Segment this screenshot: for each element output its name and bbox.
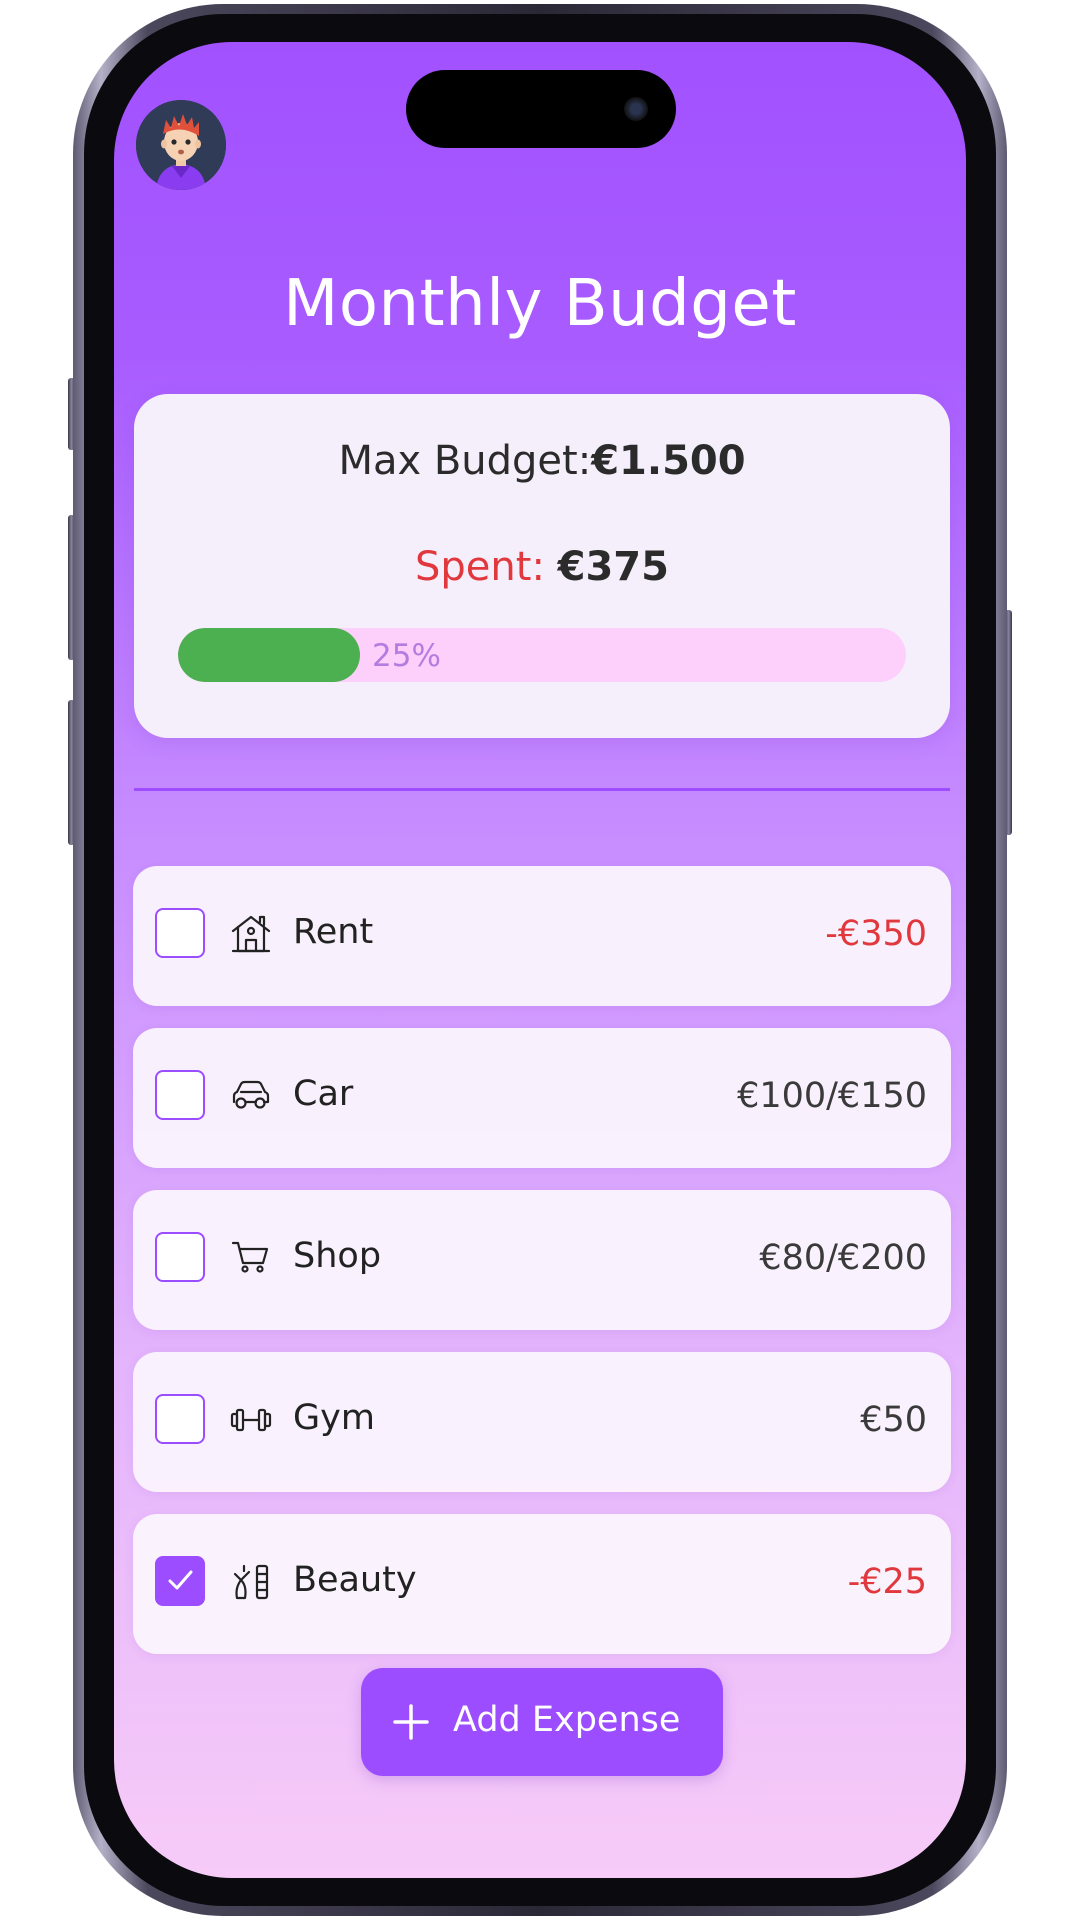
car-icon — [232, 1080, 270, 1109]
spent-line: Spent: €375 — [134, 544, 950, 590]
max-budget-label: Max Budget: — [338, 438, 592, 484]
expense-row-beauty[interactable]: Beauty -€25 — [133, 1514, 951, 1654]
budget-progress-fill — [178, 628, 360, 682]
cosmetics-icon — [233, 1564, 269, 1600]
expense-checkbox-gym[interactable] — [155, 1394, 205, 1444]
plus-icon — [393, 1704, 429, 1740]
expense-amount-car: €100/€150 — [737, 1076, 927, 1116]
dynamic-island — [406, 70, 676, 148]
max-budget-value: €1.500 — [591, 438, 746, 484]
checkmark-icon — [168, 922, 193, 942]
cart-icon — [231, 1241, 269, 1273]
expense-checkbox-shop[interactable] — [155, 1232, 205, 1282]
section-divider — [134, 788, 950, 791]
expense-amount-beauty: -€25 — [847, 1562, 927, 1602]
max-budget-line: Max Budget:€1.500 — [134, 438, 950, 484]
expense-amount-gym: €50 — [860, 1400, 927, 1440]
budget-summary-card: Max Budget:€1.500 Spent: €375 25% — [134, 394, 950, 738]
avatar-illustration — [136, 100, 226, 190]
spent-label: Spent: — [415, 544, 545, 590]
budget-progress-bar: 25% — [178, 628, 906, 682]
expense-label-gym: Gym — [293, 1398, 375, 1438]
house-icon — [231, 915, 271, 953]
dumbbell-icon — [230, 1408, 272, 1432]
expense-row-rent[interactable]: Rent -€350 — [133, 866, 951, 1006]
expense-label-rent: Rent — [293, 912, 374, 952]
expense-amount-shop: €80/€200 — [759, 1238, 927, 1278]
expense-row-car[interactable]: Car €100/€150 — [133, 1028, 951, 1168]
user-avatar[interactable] — [136, 100, 226, 190]
expense-label-car: Car — [293, 1074, 354, 1114]
add-expense-button[interactable]: Add Expense — [361, 1668, 723, 1776]
expense-checkbox-car[interactable] — [155, 1070, 205, 1120]
expense-label-shop: Shop — [293, 1236, 382, 1276]
page-title: Monthly Budget — [283, 267, 797, 341]
app-screen: Monthly Budget Max Budget:€1.500 Spent: … — [114, 42, 966, 1878]
expense-checkbox-beauty[interactable] — [155, 1556, 205, 1606]
budget-progress-percent: 25% — [372, 638, 441, 674]
add-expense-label: Add Expense — [453, 1700, 681, 1740]
camera-lens — [624, 97, 648, 121]
expense-label-beauty: Beauty — [293, 1560, 417, 1600]
expense-checkbox-rent[interactable] — [155, 908, 205, 958]
expense-amount-rent: -€350 — [825, 914, 927, 954]
spent-value: €375 — [557, 544, 669, 590]
checkmark-icon — [168, 1570, 193, 1590]
expense-row-shop[interactable]: Shop €80/€200 — [133, 1190, 951, 1330]
expense-row-gym[interactable]: Gym €50 — [133, 1352, 951, 1492]
